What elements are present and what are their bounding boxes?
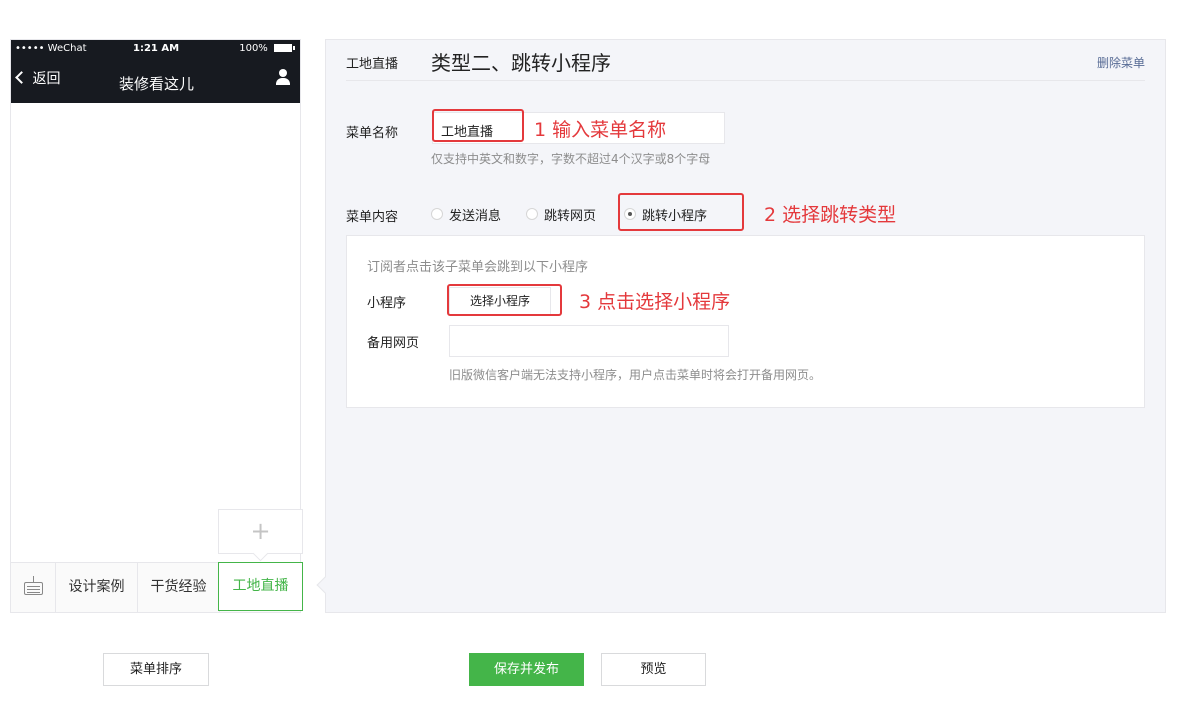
keyboard-toggle[interactable] xyxy=(11,563,56,612)
annotation-step3: 3 点击选择小程序 xyxy=(579,291,731,313)
miniprogram-label: 小程序 xyxy=(367,296,407,311)
account-name: 装修看这儿 xyxy=(119,75,195,93)
editor-title: 类型二、跳转小程序 xyxy=(431,51,611,75)
keyboard-icon xyxy=(24,576,43,595)
radio-label: 跳转网页 xyxy=(544,209,597,224)
menu-name-label: 菜单名称 xyxy=(346,126,399,141)
battery-icon xyxy=(274,44,295,52)
menu-tab-design-cases[interactable]: 设计案例 xyxy=(56,563,138,612)
battery-percent: 100% xyxy=(239,43,268,54)
menu-tab-site-live[interactable]: 工地直播 xyxy=(218,562,303,611)
backup-webpage-input[interactable] xyxy=(449,325,729,357)
miniprogram-settings-panel: 订阅者点击该子菜单会跳到以下小程序 小程序 选择小程序 备用网页 旧版微信客户端… xyxy=(346,235,1145,408)
annotation-box-step3 xyxy=(447,284,562,316)
editor-header: 工地直播 类型二、跳转小程序 删除菜单 xyxy=(346,40,1145,81)
add-submenu-button[interactable]: + xyxy=(218,509,303,554)
delete-menu-link[interactable]: 删除菜单 xyxy=(1097,54,1145,71)
phone-header: ••••• WeChat 1:21 AM 100% 返回 装修看这儿 xyxy=(11,40,300,103)
radio-circle-icon xyxy=(431,208,443,220)
backup-webpage-label: 备用网页 xyxy=(367,336,420,351)
annotation-box-step2 xyxy=(618,193,744,231)
status-time: 1:21 AM xyxy=(133,43,180,54)
radio-label: 发送消息 xyxy=(449,209,502,224)
menu-content-label: 菜单内容 xyxy=(346,210,399,225)
menu-sort-button[interactable]: 菜单排序 xyxy=(103,653,209,686)
menu-editor-panel: 工地直播 类型二、跳转小程序 删除菜单 菜单名称 工地直播 仅支持中英文和数字，… xyxy=(316,39,1166,613)
menu-name-hint: 仅支持中英文和数字，字数不超过4个汉字或8个字母 xyxy=(431,152,711,166)
back-button[interactable]: 返回 xyxy=(15,68,61,88)
status-carrier: ••••• WeChat xyxy=(15,43,87,54)
annotation-step1: 1 输入菜单名称 xyxy=(534,119,667,141)
radio-circle-icon xyxy=(526,208,538,220)
annotation-step2: 2 选择跳转类型 xyxy=(764,204,897,226)
menu-tab-tips[interactable]: 干货经验 xyxy=(138,563,220,612)
save-publish-button[interactable]: 保存并发布 xyxy=(469,653,584,686)
editor-menu-name: 工地直播 xyxy=(346,57,399,72)
user-icon-head xyxy=(279,69,287,77)
status-battery: 100% xyxy=(239,43,295,54)
custom-menu-bar: 设计案例 干货经验 工地直播 xyxy=(11,562,303,612)
miniprogram-intro: 订阅者点击该子菜单会跳到以下小程序 xyxy=(367,260,589,275)
preview-button[interactable]: 预览 xyxy=(601,653,706,686)
user-icon-body xyxy=(276,78,290,85)
back-label: 返回 xyxy=(32,71,61,87)
editor-pointer-arrow xyxy=(316,576,334,594)
chevron-left-icon xyxy=(15,71,28,84)
phone-preview: ••••• WeChat 1:21 AM 100% 返回 装修看这儿 + 设计案… xyxy=(10,39,303,613)
status-bar: ••••• WeChat 1:21 AM 100% xyxy=(11,40,300,58)
user-icon[interactable] xyxy=(276,69,290,85)
backup-webpage-hint: 旧版微信客户端无法支持小程序，用户点击菜单时将会打开备用网页。 xyxy=(449,368,822,382)
annotation-box-step1 xyxy=(432,109,524,142)
